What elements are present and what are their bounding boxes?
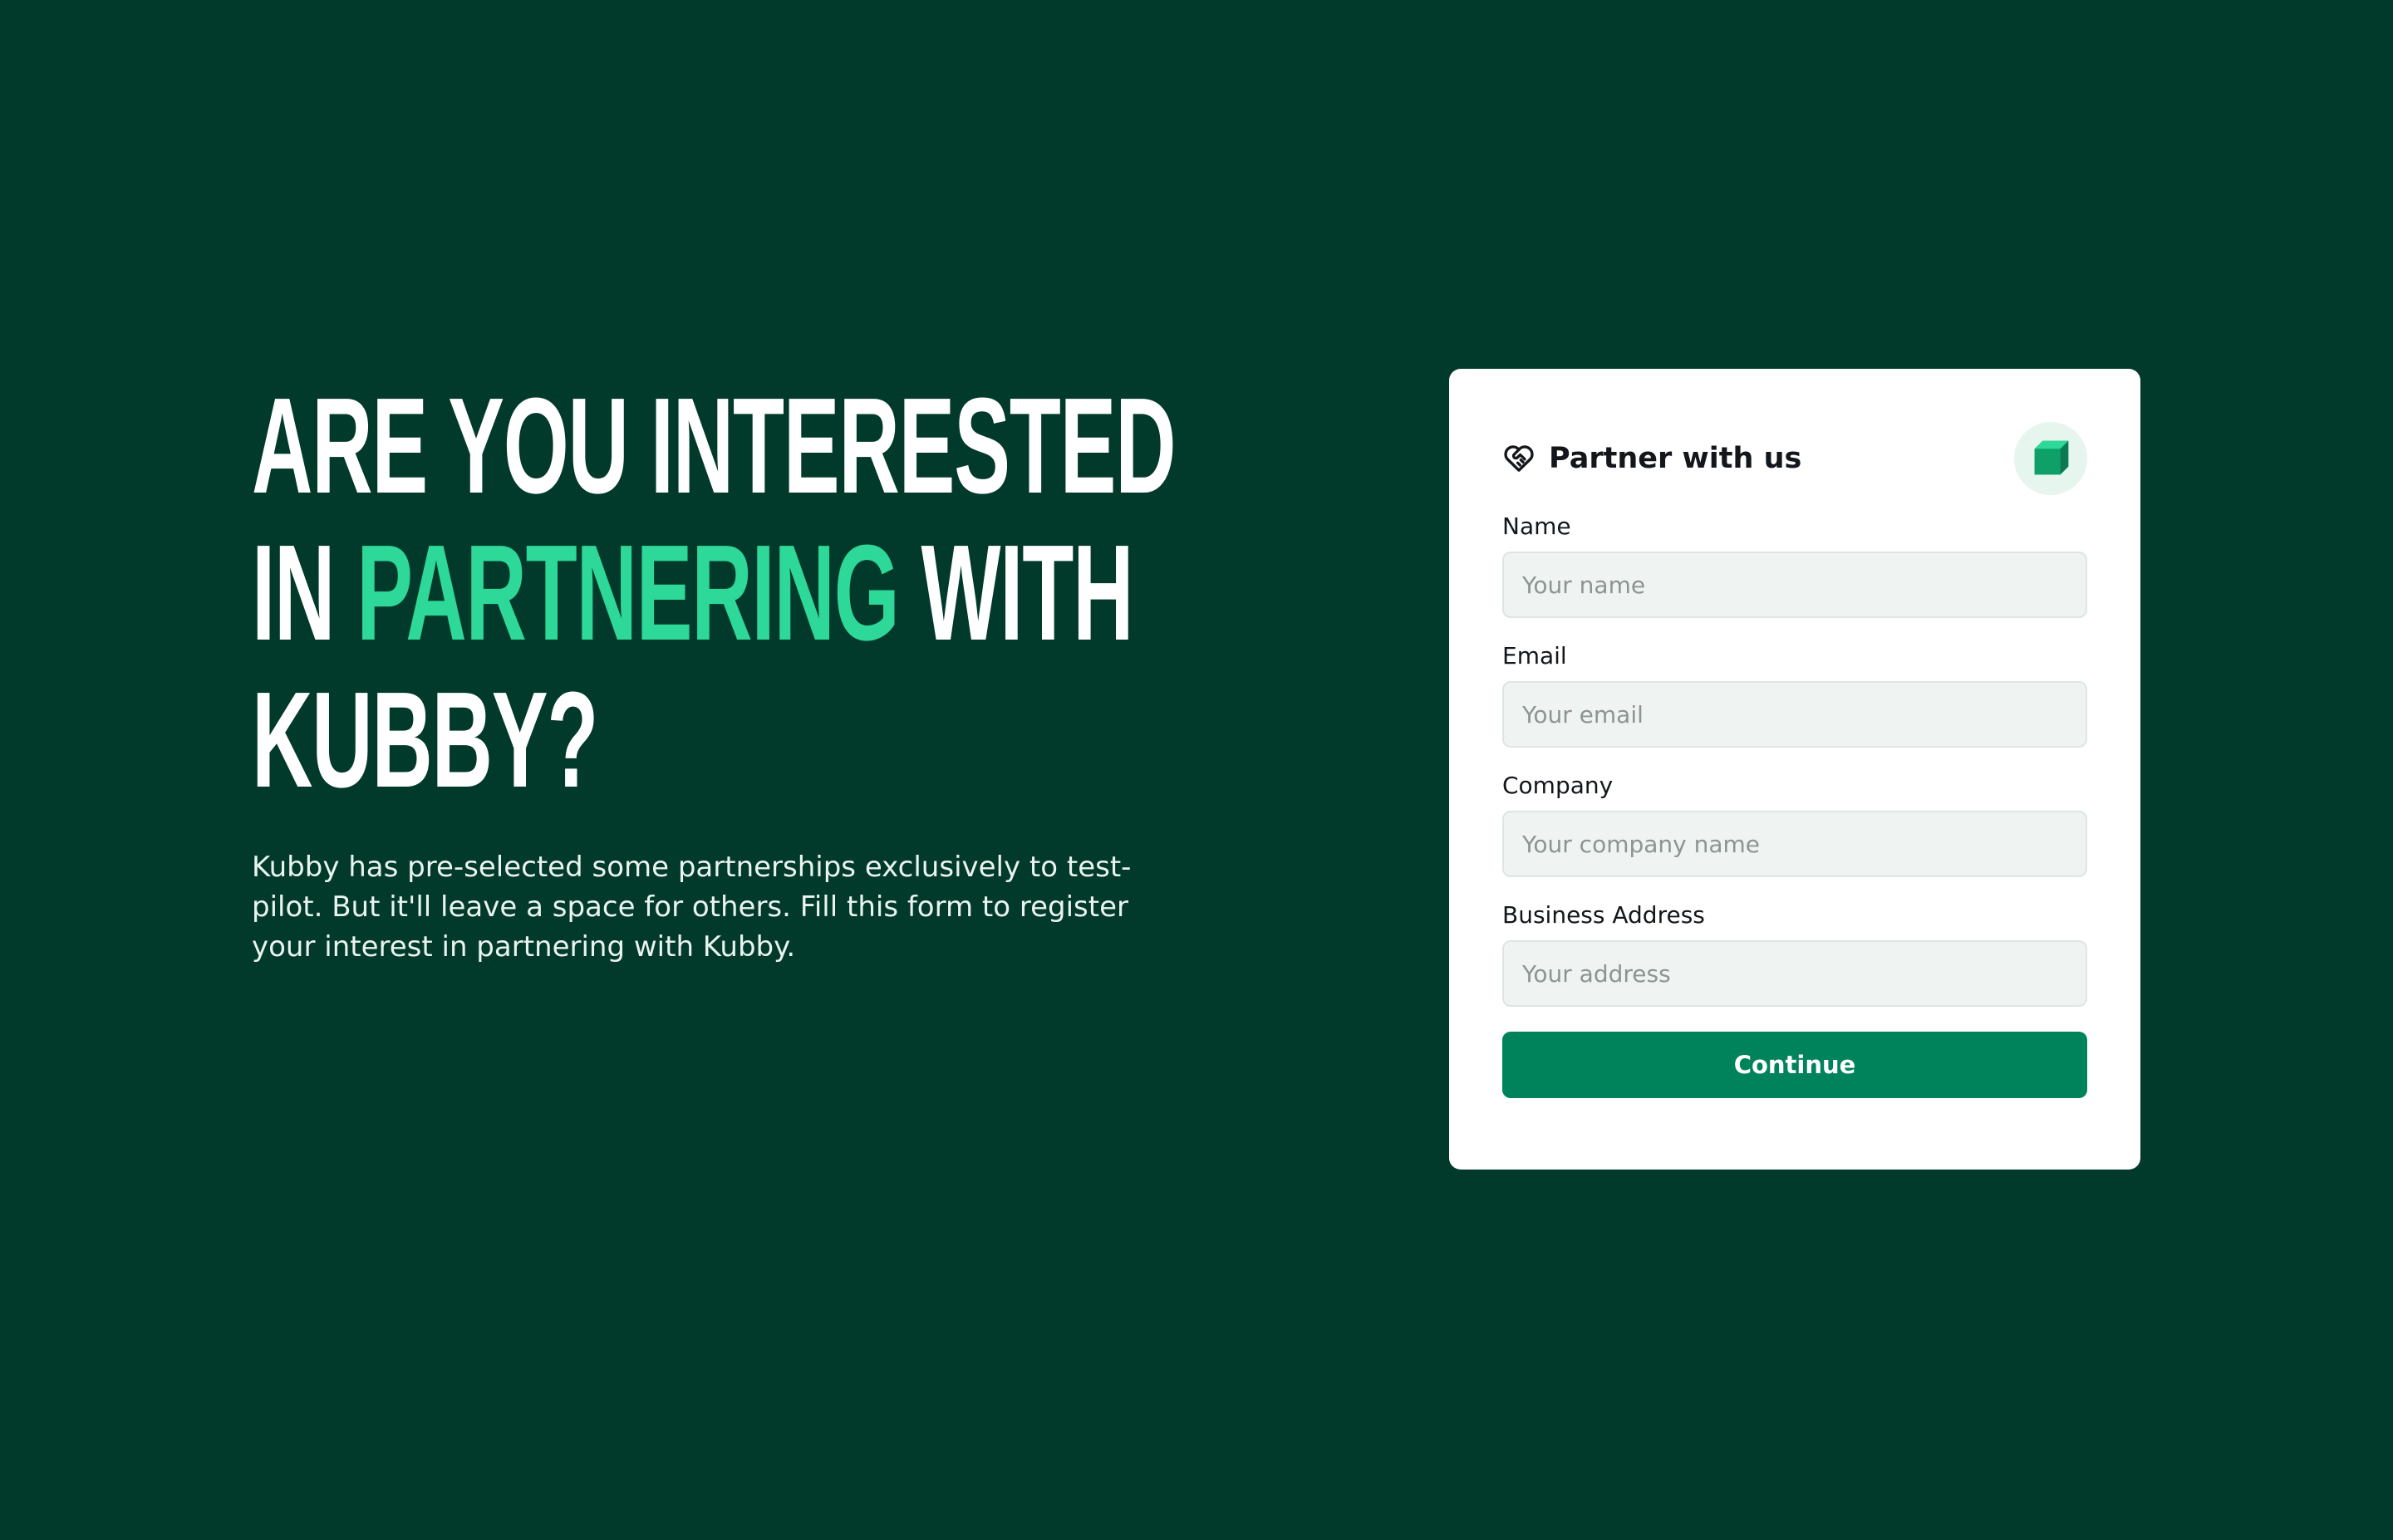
headline-line-2-prefix: IN [252, 517, 357, 669]
address-field-group: Business Address [1502, 902, 2087, 1007]
form-title-group: Partner with us [1502, 442, 1801, 475]
name-field-group: Name [1502, 513, 2087, 618]
headline-line-3: KUBBY? [252, 664, 598, 816]
headline-accent-word: PARTNERING [356, 517, 900, 669]
company-input[interactable] [1502, 811, 2087, 877]
form-title: Partner with us [1549, 442, 1802, 475]
headline-line-2-suffix: WITH [898, 517, 1134, 669]
business-address-input[interactable] [1502, 940, 2087, 1007]
kubby-logo-badge [2014, 422, 2087, 495]
business-address-label: Business Address [1502, 901, 1705, 929]
company-field-group: Company [1502, 772, 2087, 877]
company-label: Company [1502, 772, 1614, 799]
headline-line-2: IN PARTNERING WITH [252, 519, 1231, 666]
email-field-group: Email [1502, 643, 2087, 748]
hero-section: ARE YOU INTERESTED IN PARTNERING WITH KU… [252, 372, 1232, 964]
hero-description: Kubby has pre-selected some partnerships… [252, 851, 1132, 964]
kubby-cube-logo-icon [2034, 440, 2069, 475]
partner-form-card: Partner with us Name Email Company Busin… [1449, 369, 2140, 1170]
email-input[interactable] [1502, 681, 2087, 748]
hero-headline: ARE YOU INTERESTED IN PARTNERING WITH KU… [252, 372, 1231, 813]
form-header: Partner with us [1502, 422, 2087, 495]
headline-line-1: ARE YOU INTERESTED [252, 370, 1177, 522]
name-input[interactable] [1502, 552, 2087, 618]
email-label: Email [1502, 642, 1567, 669]
continue-button[interactable]: Continue [1502, 1032, 2087, 1098]
name-label: Name [1502, 513, 1571, 540]
handshake-heart-icon [1504, 445, 1534, 472]
